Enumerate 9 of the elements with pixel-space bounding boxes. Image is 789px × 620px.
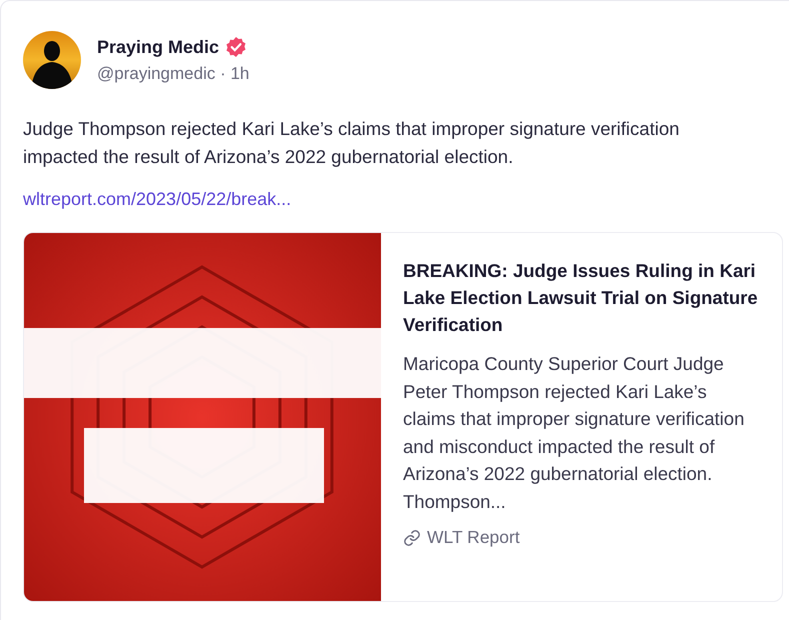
preview-source: WLT Report <box>427 527 520 548</box>
post-text: Judge Thompson rejected Kari Lake’s claims that improper signature verification impacted the result of Arizona’s 2022 gubernatorial election. <box>23 117 680 169</box>
link-preview-card[interactable] <box>23 232 783 602</box>
author-handle: @prayingmedic · 1h <box>97 64 250 84</box>
post-link[interactable]: wltreport.com/2023/05/22/break... <box>23 189 292 210</box>
link-icon <box>403 528 421 546</box>
preview-description: Maricopa County Superior Court Judge Peter Thompson rejected Kari Lake’s claims that improper signature verification and misconduct impacted the result of Arizona’s 2022 gubernatorial election. Thompson... <box>403 352 746 514</box>
preview-title[interactable]: BREAKING: Judge Issues Ruling in Kari Lake Election Lawsuit Trial on Signature Verification <box>403 257 764 338</box>
author-name[interactable]: Praying Medic <box>97 36 220 58</box>
